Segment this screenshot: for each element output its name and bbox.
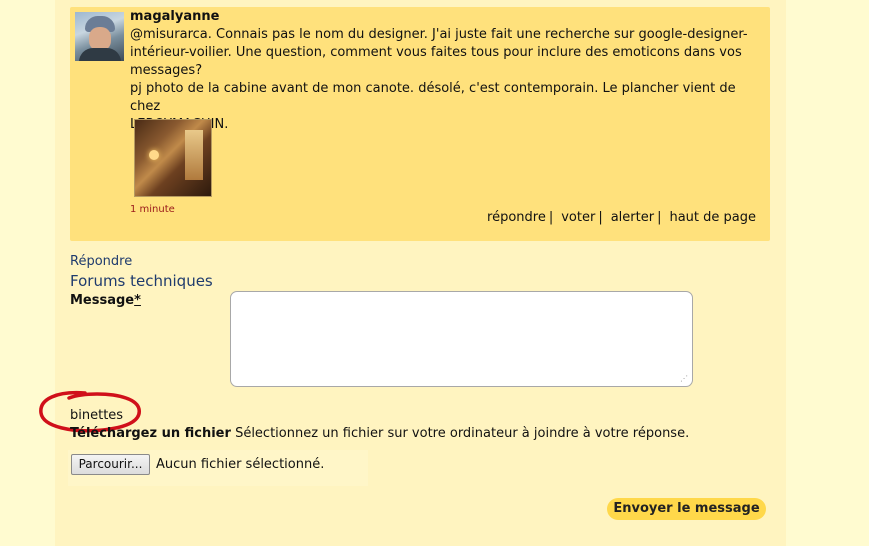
- send-message-button[interactable]: Envoyer le message: [607, 498, 766, 520]
- message-label-text: Message: [70, 293, 135, 308]
- reply-heading[interactable]: Répondre: [70, 254, 132, 269]
- post-time: 1 minute: [130, 204, 175, 215]
- post-line: intérieur-voilier. Une question, comment…: [130, 45, 742, 60]
- no-file-selected-text: Aucun fichier sélectionné.: [156, 457, 325, 472]
- avatar-body: [79, 48, 121, 61]
- post-line: messages?: [130, 63, 203, 78]
- attachment-thumbnail[interactable]: [134, 119, 212, 197]
- post-line: pj photo de la cabine avant de mon canot…: [130, 81, 736, 114]
- avatar[interactable]: [75, 12, 124, 61]
- browse-file-button[interactable]: Parcourir...: [71, 454, 150, 475]
- required-marker: *: [134, 293, 141, 308]
- upload-hint: Sélectionnez un fichier sur votre ordina…: [235, 426, 690, 441]
- message-label: Message*: [70, 293, 141, 308]
- vote-link[interactable]: voter: [561, 210, 595, 225]
- top-of-page-link[interactable]: haut de page: [669, 210, 756, 225]
- post-line: @misurarca. Connais pas le nom du design…: [130, 27, 748, 42]
- post-line: LEROYMACHIN.: [130, 116, 760, 134]
- post-message: @misurarca. Connais pas le nom du design…: [130, 26, 760, 134]
- message-textarea[interactable]: [230, 291, 693, 387]
- upload-label: Téléchargez un fichier: [70, 426, 231, 441]
- action-separator: |: [598, 210, 603, 225]
- post-author[interactable]: magalyanne: [130, 9, 219, 24]
- thumbnail-window-detail: [185, 130, 203, 180]
- upload-row: Téléchargez un fichier Sélectionnez un f…: [70, 426, 689, 441]
- reply-link[interactable]: répondre: [487, 210, 546, 225]
- alert-link[interactable]: alerter: [611, 210, 654, 225]
- post-actions: répondre | voter | alerter | haut de page: [487, 210, 756, 225]
- textarea-resize-grip-icon[interactable]: ⋰: [680, 374, 689, 383]
- forum-name-link[interactable]: Forums techniques: [70, 272, 213, 290]
- action-separator: |: [548, 210, 554, 225]
- action-separator: |: [657, 210, 662, 225]
- forum-post: magalyanne @misurarca. Connais pas le no…: [70, 7, 770, 241]
- thumbnail-lamp-detail: [149, 150, 159, 160]
